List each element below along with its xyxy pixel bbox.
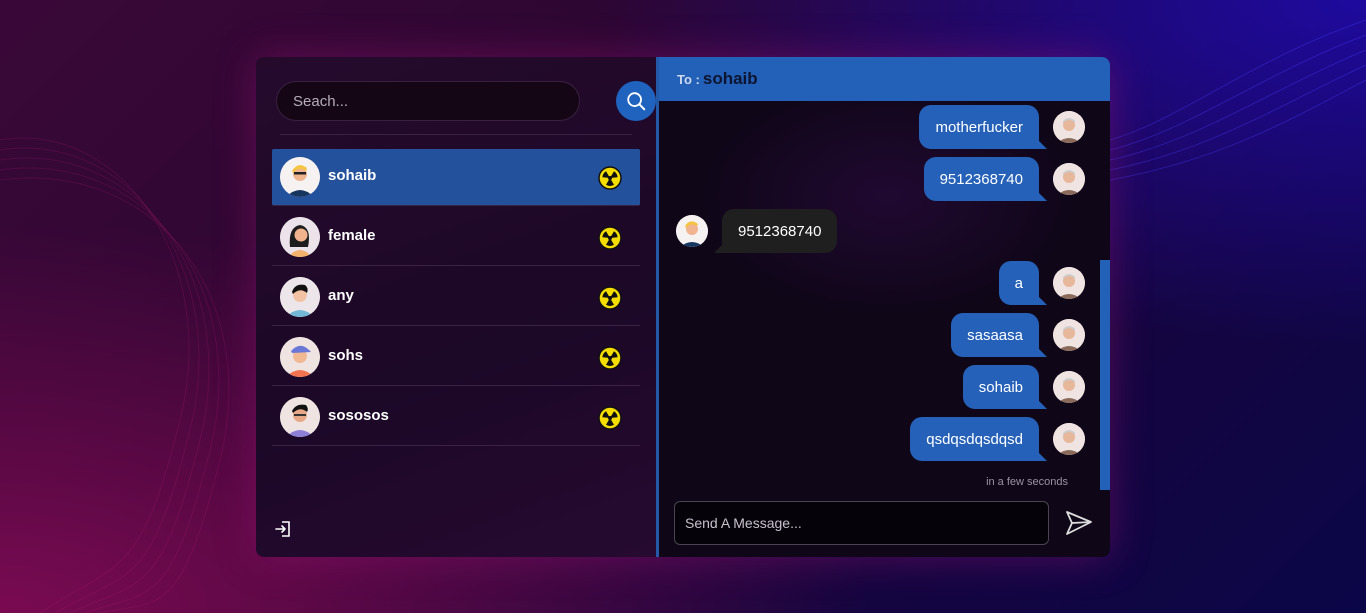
contact-item-any[interactable]: any xyxy=(272,269,640,326)
sender-avatar xyxy=(1053,267,1085,299)
contact-item-sohs[interactable]: sohs xyxy=(272,329,640,386)
contacts-panel: sohaib female any xyxy=(256,57,656,557)
search-row xyxy=(276,81,656,121)
message-bubble: sasaasa xyxy=(951,313,1047,357)
radiation-icon xyxy=(598,226,622,250)
search-input[interactable] xyxy=(276,81,580,121)
contact-avatar xyxy=(280,397,320,437)
message-received: 9512368740 xyxy=(676,209,838,253)
message-sent: 9512368740 xyxy=(923,157,1085,201)
radiation-icon xyxy=(598,406,622,430)
message-list: motherfucker 9512368740 9512368740 a sas… xyxy=(659,101,1110,491)
contact-item-female[interactable]: female xyxy=(272,209,640,266)
contact-name: sososos xyxy=(328,406,389,424)
message-sent: qsdqsdqsdqsd xyxy=(910,417,1085,461)
message-sent: sasaasa xyxy=(951,313,1085,357)
send-icon[interactable] xyxy=(1064,509,1094,537)
contact-avatar xyxy=(280,157,320,197)
contact-item-sososos[interactable]: sososos xyxy=(272,389,640,446)
message-bubble: 9512368740 xyxy=(923,157,1048,201)
message-bubble: qsdqsdqsdqsd xyxy=(910,417,1047,461)
contact-avatar xyxy=(280,217,320,257)
radiation-icon xyxy=(598,286,622,310)
contact-avatar xyxy=(280,337,320,377)
message-bubble: 9512368740 xyxy=(713,209,838,253)
sender-avatar xyxy=(1053,371,1085,403)
to-label: To : xyxy=(677,71,700,87)
message-sent: motherfucker xyxy=(919,105,1085,149)
contact-avatar xyxy=(280,277,320,317)
chat-app-window: sohaib female any xyxy=(256,57,1110,557)
contact-list: sohaib female any sohs sososos xyxy=(272,149,640,449)
sender-avatar xyxy=(1053,423,1085,455)
logout-icon[interactable] xyxy=(274,519,294,539)
contact-name: any xyxy=(328,286,354,304)
sender-avatar xyxy=(1053,163,1085,195)
radiation-icon xyxy=(598,166,622,190)
contact-name: female xyxy=(328,226,376,244)
message-composer xyxy=(674,501,1104,545)
chat-panel: To : sohaib motherfucker 9512368740 9512… xyxy=(656,57,1110,557)
message-bubble: sohaib xyxy=(962,365,1048,409)
sender-avatar xyxy=(676,215,708,247)
message-sent: a xyxy=(998,261,1085,305)
contact-name: sohs xyxy=(328,346,364,364)
message-bubble: a xyxy=(998,261,1048,305)
sender-avatar xyxy=(1053,111,1085,143)
message-bubble: motherfucker xyxy=(919,105,1047,149)
radiation-icon xyxy=(598,346,622,370)
search-divider xyxy=(280,134,632,135)
search-icon xyxy=(627,92,646,111)
contact-item-sohaib[interactable]: sohaib xyxy=(272,149,640,206)
message-timestamp: in a few seconds xyxy=(986,476,1068,488)
message-sent: sohaib xyxy=(962,365,1085,409)
contact-name: sohaib xyxy=(328,166,377,184)
search-button[interactable] xyxy=(616,81,656,121)
message-scrollbar[interactable] xyxy=(1100,260,1110,490)
recipient-name: sohaib xyxy=(702,69,758,88)
message-input[interactable] xyxy=(674,501,1049,545)
chat-header: To : sohaib xyxy=(659,57,1110,101)
sender-avatar xyxy=(1053,319,1085,351)
